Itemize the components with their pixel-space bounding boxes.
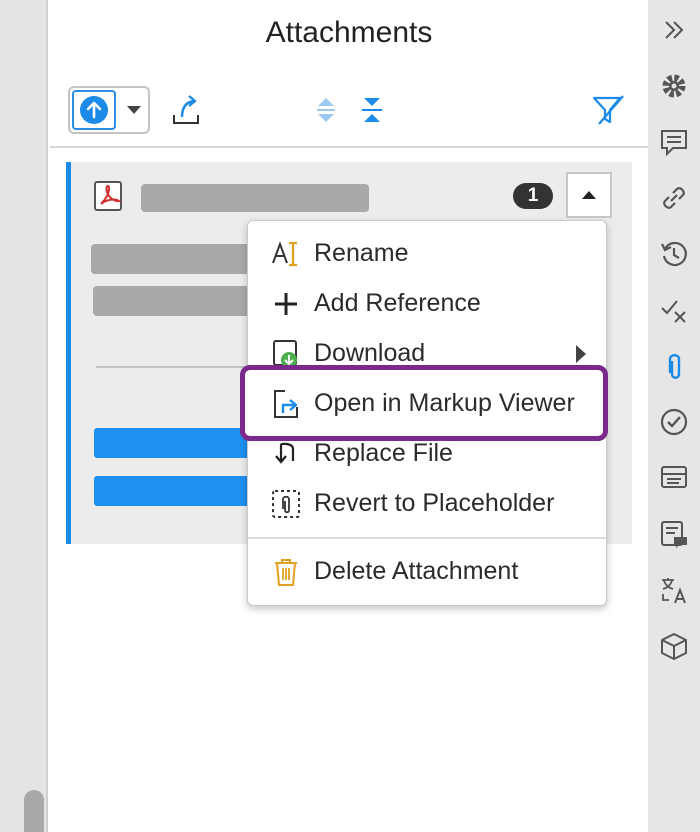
menu-separator: [248, 537, 606, 539]
cube-icon[interactable]: [658, 630, 690, 662]
detail-placeholder-2: [93, 286, 251, 316]
collapse-all-icon: [362, 98, 382, 122]
share-button[interactable]: [166, 90, 206, 130]
caret-up-icon: [582, 191, 596, 199]
menu-item-label: Add Reference: [314, 289, 481, 317]
note-icon[interactable]: [658, 518, 690, 550]
menu-item-open-in-markup-viewer[interactable]: Open in Markup Viewer: [248, 378, 606, 428]
card-divider: [96, 366, 256, 368]
left-gutter: [0, 0, 48, 832]
gear-icon[interactable]: [658, 70, 690, 102]
chevron-double-right-icon[interactable]: [658, 14, 690, 46]
action-bar-1[interactable]: [94, 428, 251, 458]
translate-icon[interactable]: [658, 574, 690, 606]
collapse-all-button[interactable]: [352, 90, 392, 130]
panel-title: Attachments: [265, 16, 433, 49]
file-name-placeholder: [141, 184, 369, 212]
expand-all-icon: [317, 98, 335, 122]
toolbar-divider: [50, 146, 648, 148]
action-bar-2[interactable]: [94, 476, 251, 506]
upload-button[interactable]: [72, 90, 116, 130]
pdf-icon: [93, 180, 125, 212]
upload-arrow-icon: [80, 96, 108, 124]
open-external-icon: [270, 389, 302, 419]
paperclip-placeholder-icon: [270, 489, 302, 519]
link-icon[interactable]: [658, 182, 690, 214]
menu-item-label: Open in Markup Viewer: [314, 389, 575, 417]
menu-item-revert-to-placeholder[interactable]: Revert to Placeholder: [248, 478, 606, 528]
menu-item-label: Revert to Placeholder: [314, 489, 555, 517]
message-stack-icon[interactable]: [658, 462, 690, 494]
share-out-icon: [173, 95, 199, 124]
rename-text-cursor-icon: [270, 239, 302, 269]
check-circle-icon[interactable]: [658, 406, 690, 438]
paperclip-icon[interactable]: [658, 350, 690, 382]
attachments-toolbar: [50, 84, 648, 136]
history-icon[interactable]: [658, 238, 690, 270]
replace-file-icon: [270, 439, 302, 469]
trash-icon: [270, 557, 302, 587]
submenu-arrow-icon: [576, 345, 586, 363]
menu-item-label: Delete Attachment: [314, 557, 519, 585]
filter-button[interactable]: [588, 90, 628, 130]
highlight-outline: Open in Markup Viewer: [240, 365, 608, 441]
menu-item-add-reference[interactable]: Add Reference: [248, 278, 606, 328]
menu-item-label: Rename: [314, 239, 409, 267]
upload-dropdown-button[interactable]: [120, 88, 148, 132]
detail-placeholder-1: [91, 244, 251, 274]
right-icon-rail: [648, 0, 700, 832]
menu-item-rename[interactable]: Rename: [248, 228, 606, 278]
menu-item-delete-attachment[interactable]: Delete Attachment: [248, 546, 606, 596]
plus-icon: [270, 289, 302, 319]
attachment-menu-toggle[interactable]: [566, 172, 612, 218]
comment-icon[interactable]: [658, 126, 690, 158]
filter-off-icon: [592, 95, 624, 125]
scrollbar-thumb[interactable]: [24, 790, 44, 832]
caret-down-icon: [127, 106, 141, 114]
upload-split-button: [68, 86, 150, 134]
expand-all-button[interactable]: [306, 90, 346, 130]
reference-count-badge: 1: [513, 183, 553, 209]
checkmark-x-icon[interactable]: [658, 294, 690, 326]
